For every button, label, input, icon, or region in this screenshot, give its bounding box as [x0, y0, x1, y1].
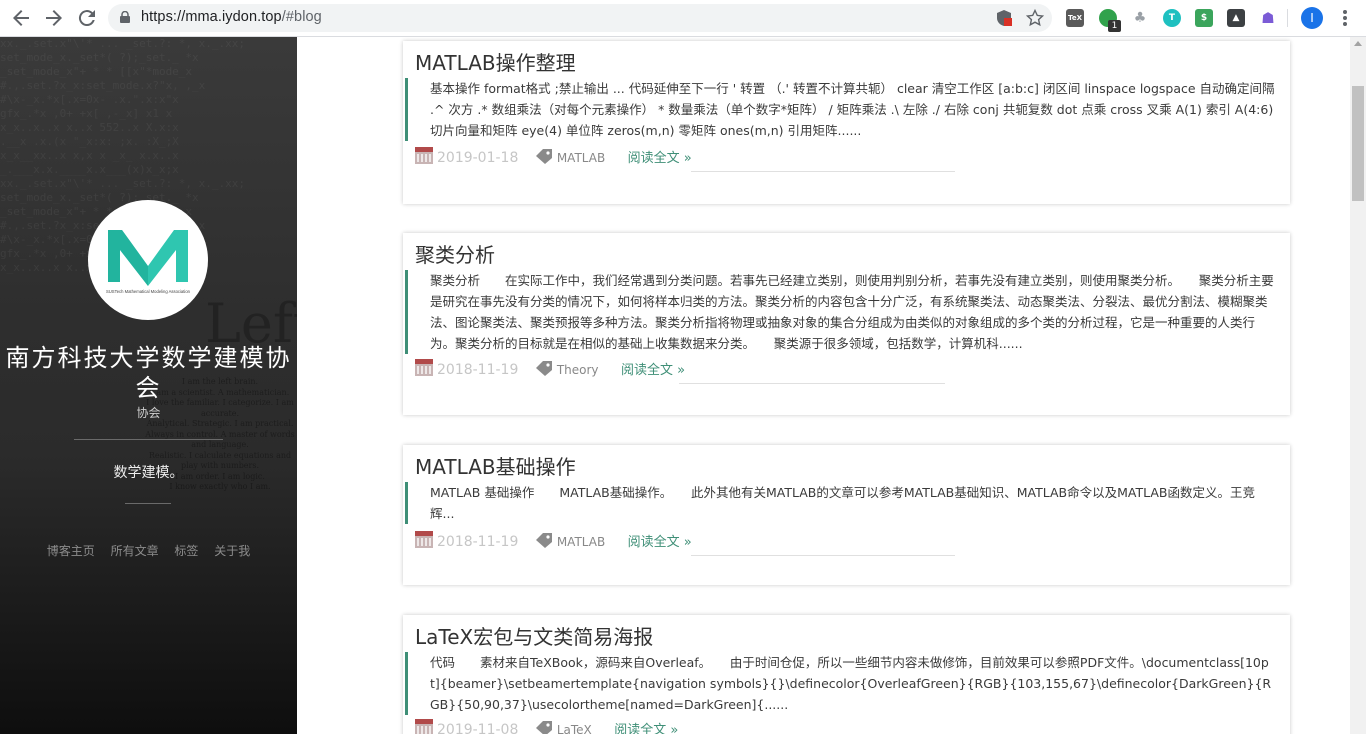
read-more-link[interactable]: 阅读全文 »	[614, 723, 678, 734]
address-bar[interactable]: https://mma.iydon.top/#blog	[108, 4, 1052, 32]
post-date: 2019-01-18	[437, 150, 519, 166]
post-date: 2018-11-19	[437, 362, 519, 378]
post-date: 2018-11-19	[437, 534, 519, 550]
blocked-popup-icon[interactable]	[995, 9, 1013, 27]
url-host: https://mma.iydon.top	[141, 9, 282, 25]
calendar-icon	[415, 531, 433, 548]
dollar-extension-icon[interactable]: $	[1195, 9, 1213, 27]
sidebar: xx._.set.x"\'* ... _set.?: *, x._.xx; se…	[0, 37, 297, 734]
post-title[interactable]: MATLAB基础操作	[415, 451, 576, 480]
forward-arrow-icon[interactable]	[42, 6, 66, 30]
post-excerpt: 基本操作 format格式 ;禁止输出 ... 代码延伸至下一行 ' 转置 （.…	[405, 78, 1275, 141]
post-tag[interactable]: LaTeX	[557, 723, 592, 734]
background-poem-line: Always in control. A master of words and…	[145, 429, 295, 450]
nav-all-posts[interactable]: 所有文章	[111, 542, 159, 559]
post-title[interactable]: MATLAB操作整理	[415, 47, 576, 76]
background-poem-line: I know exactly who I am.	[169, 482, 271, 491]
post-card: MATLAB操作整理 基本操作 format格式 ;禁止输出 ... 代码延伸至…	[403, 41, 1290, 204]
scrollbar-thumb[interactable]	[1352, 86, 1364, 201]
translate-extension-icon[interactable]: T	[1163, 9, 1181, 27]
post-card: MATLAB基础操作 MATLAB 基础操作 MATLAB基础操作。 此外其他有…	[403, 445, 1290, 585]
browser-toolbar: https://mma.iydon.top/#blog TeX 1 ♣ T $ …	[0, 0, 1366, 37]
post-card: LaTeX宏包与文类简易海报 代码 素材来自TeXBook，源码来自Overle…	[403, 615, 1290, 734]
scroll-up-arrow-icon[interactable]	[1354, 41, 1362, 46]
cat-extension-icon[interactable]: ☗	[1259, 9, 1277, 27]
profile-avatar[interactable]: I	[1301, 7, 1323, 29]
bookmark-star-icon[interactable]	[1026, 9, 1044, 27]
tree-extension-icon[interactable]: ♣	[1131, 9, 1149, 27]
read-more-link[interactable]: 阅读全文 »	[628, 535, 692, 550]
read-more-link[interactable]: 阅读全文 »	[621, 363, 685, 378]
post-date: 2019-11-08	[437, 722, 519, 734]
post-meta: 2019-11-08 LaTeX 阅读全文 »	[415, 719, 678, 734]
post-meta: 2019-01-18 MATLAB 阅读全文 »	[415, 147, 692, 167]
nav-about[interactable]: 关于我	[214, 542, 250, 559]
post-tag[interactable]: MATLAB	[557, 151, 605, 165]
nav-home[interactable]: 博客主页	[47, 542, 95, 559]
site-logo[interactable]: SUSTech Mathematical Modeling Associatio…	[88, 200, 208, 320]
calendar-icon	[415, 147, 433, 164]
post-tag[interactable]: MATLAB	[557, 535, 605, 549]
tag-icon	[535, 361, 552, 376]
post-title[interactable]: LaTeX宏包与文类简易海报	[415, 621, 653, 650]
back-arrow-icon[interactable]	[9, 6, 33, 30]
tag-icon	[535, 149, 552, 164]
site-subtitle: 协会	[136, 406, 161, 420]
post-excerpt: 代码 素材来自TeXBook，源码来自Overleaf。 由于时间仓促，所以一些…	[405, 652, 1275, 715]
post-card: 聚类分析 聚类分析 在实际工作中，我们经常遇到分类问题。若事先已经建立类别，则使…	[403, 233, 1290, 415]
post-list: MATLAB操作整理 基本操作 format格式 ;禁止输出 ... 代码延伸至…	[297, 37, 1350, 734]
tag-icon	[535, 533, 552, 548]
post-meta: 2018-11-19 MATLAB 阅读全文 »	[415, 531, 692, 551]
sidebar-nav: 博客主页 所有文章 标签 关于我	[0, 542, 297, 559]
tex-extension-icon[interactable]: TeX	[1066, 9, 1084, 27]
toolbar-divider	[1287, 9, 1288, 27]
site-motto: 数学建模。	[113, 465, 184, 481]
url-text[interactable]: https://mma.iydon.top/#blog	[141, 9, 322, 25]
post-excerpt: MATLAB 基础操作 MATLAB基础操作。 此外其他有关MATLAB的文章可…	[405, 482, 1275, 524]
browser-menu-icon[interactable]	[1336, 8, 1354, 28]
post-tag[interactable]: Theory	[557, 363, 599, 377]
reload-icon[interactable]	[75, 6, 99, 30]
meta-underline	[679, 383, 945, 384]
site-title[interactable]: 南方科技大学数学建模协会	[0, 343, 297, 403]
page-scrollbar[interactable]	[1350, 37, 1366, 734]
post-meta: 2018-11-19 Theory 阅读全文 »	[415, 359, 685, 379]
logo-caption: SUSTech Mathematical Modeling Associatio…	[106, 289, 191, 294]
meta-underline	[691, 171, 955, 172]
calendar-icon	[415, 359, 433, 376]
tag-icon	[535, 721, 552, 734]
extension-badge: 1	[1108, 20, 1121, 32]
sidebar-divider	[74, 439, 223, 440]
post-title[interactable]: 聚类分析	[415, 239, 495, 268]
image-extension-icon[interactable]: ▲	[1227, 9, 1245, 27]
post-excerpt: 聚类分析 在实际工作中，我们经常遇到分类问题。若事先已经建立类别，则使用判别分析…	[405, 270, 1275, 354]
m-logo-icon: SUSTech Mathematical Modeling Associatio…	[106, 230, 191, 294]
read-more-link[interactable]: 阅读全文 »	[628, 151, 692, 166]
lock-icon	[120, 11, 130, 23]
nav-tags[interactable]: 标签	[174, 542, 198, 559]
calendar-icon	[415, 719, 433, 734]
sidebar-divider-short	[125, 503, 171, 504]
meta-underline	[691, 555, 955, 556]
url-path: /#blog	[281, 9, 322, 25]
